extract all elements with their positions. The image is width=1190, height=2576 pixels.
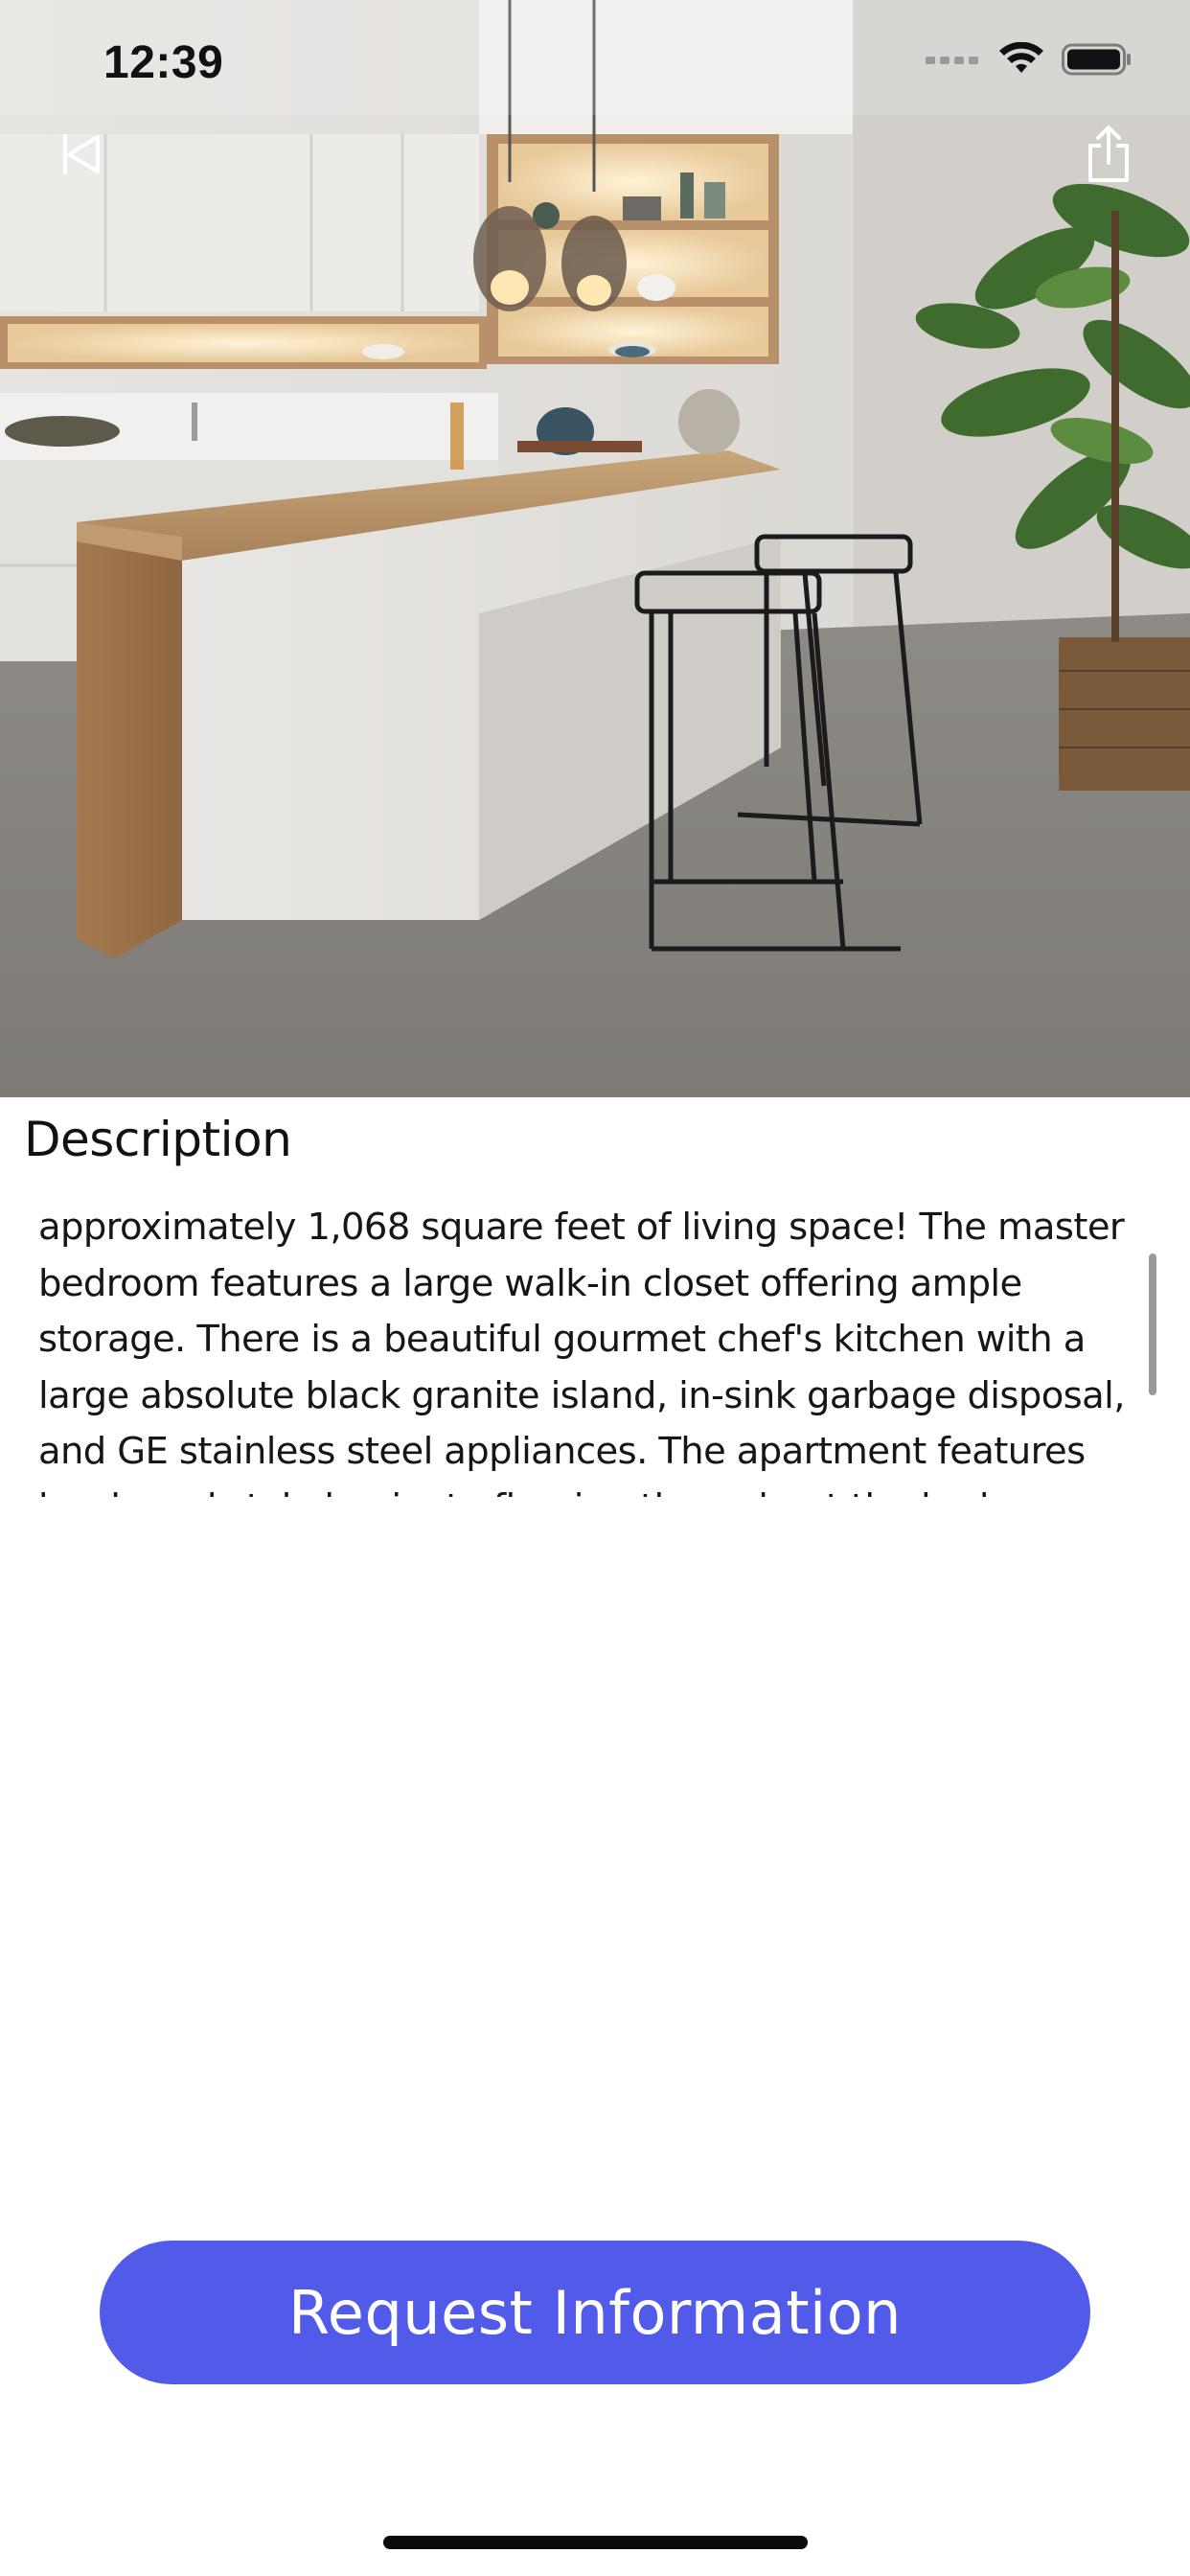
- status-time: 12:39: [103, 37, 224, 88]
- description-text: approximately 1,068 square feet of livin…: [38, 1206, 1125, 1497]
- battery-icon: [1062, 42, 1133, 81]
- property-photo: [0, 0, 1190, 1097]
- back-icon: [59, 132, 103, 181]
- request-information-button[interactable]: Request Information: [100, 2241, 1090, 2384]
- wifi-icon: [998, 41, 1044, 81]
- signal-icon: [926, 53, 981, 71]
- back-button[interactable]: [38, 113, 125, 199]
- description-scrollbar[interactable]: [1149, 1254, 1156, 1395]
- description-heading: Description: [24, 1112, 292, 1167]
- share-icon: [1085, 125, 1133, 189]
- status-icons: [926, 41, 1133, 81]
- property-detail-screen: 12:39 Description approximately 1,068 sq…: [0, 0, 1190, 2576]
- home-indicator[interactable]: [383, 2536, 808, 2549]
- share-button[interactable]: [1065, 113, 1152, 199]
- description-scroll-area[interactable]: approximately 1,068 square feet of livin…: [38, 1200, 1169, 1497]
